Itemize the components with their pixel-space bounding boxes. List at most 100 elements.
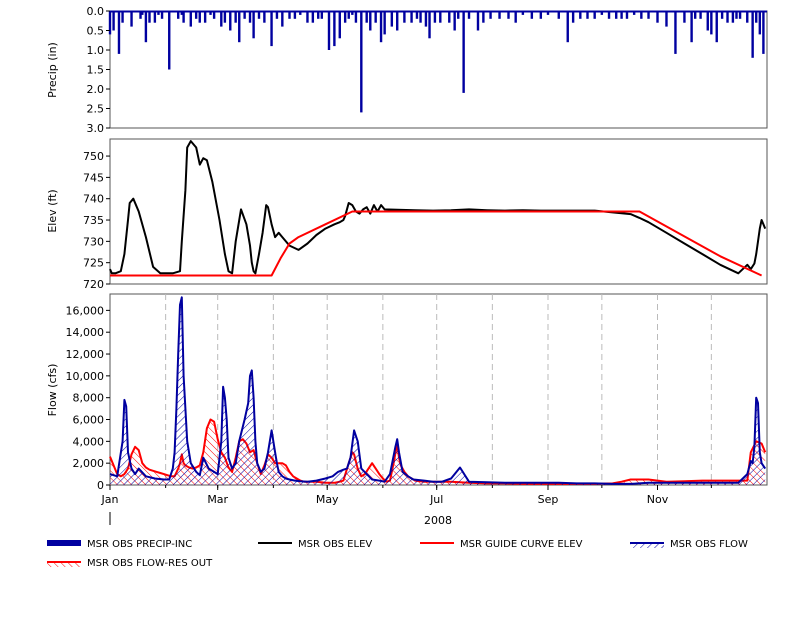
- precip-bar: [448, 11, 451, 23]
- precip-bar: [281, 11, 284, 27]
- precip-bar: [306, 11, 309, 23]
- precip-bar: [374, 11, 377, 23]
- flow-y-axis-label: Flow (cfs): [46, 364, 59, 417]
- legend-label: MSR OBS FLOW-RES OUT: [87, 558, 213, 569]
- precip-bar: [419, 11, 422, 23]
- legend-label: MSR OBS PRECIP-INC: [87, 539, 192, 550]
- flow-y-tick-label: 14,000: [66, 326, 105, 339]
- flow-x-tick-label: Jan: [101, 493, 119, 506]
- precip-y-tick-label: 3.0: [87, 122, 105, 135]
- precip-bar: [453, 11, 456, 31]
- precip-bar: [690, 11, 693, 43]
- precip-bar: [424, 11, 428, 27]
- precip-bar: [220, 11, 223, 27]
- legend: MSR OBS PRECIP-INC MSR OBS ELEV MSR GUIDE …: [47, 539, 748, 569]
- elev-y-tick-label: 740: [83, 193, 104, 206]
- precip-bar: [311, 11, 315, 23]
- precip-bar: [755, 11, 758, 23]
- elev-y-axis-label: Elev (ft): [46, 189, 59, 232]
- precip-bar: [726, 11, 729, 23]
- precip-y-tick-label: 0.5: [87, 25, 105, 38]
- flow-y-tick-label: 10,000: [66, 370, 105, 383]
- precip-bar: [343, 11, 347, 23]
- precip-bar: [566, 11, 569, 43]
- precip-bar: [706, 11, 709, 31]
- precip-plot-frame: [109, 10, 768, 129]
- precip-bar: [715, 11, 718, 43]
- precip-bar: [462, 11, 465, 93]
- flow-y-ticks: 0 2,000 4,000 6,000 8,000 10,000 12,000 14,000 1…: [66, 304, 110, 492]
- flow-x-tick-label: May: [316, 493, 339, 506]
- precip-bar: [482, 11, 485, 23]
- precip-bar: [333, 11, 336, 47]
- precip-bar: [758, 11, 762, 35]
- precip-bar: [148, 11, 151, 23]
- legend-item: MSR OBS FLOW-RES OUT: [47, 558, 213, 569]
- precip-bar: [252, 11, 255, 39]
- elev-y-tick-label: 745: [83, 171, 104, 184]
- precip-panel: 0.0 0.5 1.0 1.5 2.0 2.5 3.0 Precip (in): [46, 5, 768, 135]
- precip-bar: [369, 11, 372, 31]
- legend-label: MSR OBS ELEV: [298, 539, 372, 550]
- elev-panel: 720 725 730 735 740 745 750 Elev (ft): [46, 138, 768, 291]
- flow-y-tick-label: 8,000: [73, 392, 105, 405]
- precip-bar: [203, 11, 207, 23]
- precip-bar: [762, 11, 765, 54]
- elev-y-tick-label: 735: [83, 214, 104, 227]
- precip-y-tick-label: 1.0: [87, 44, 105, 57]
- elev-y-tick-label: 725: [83, 257, 104, 270]
- elev-y-ticks: 720 725 730 735 740 745 750: [83, 150, 110, 291]
- precip-bar: [270, 11, 273, 47]
- precip-bar: [234, 11, 237, 23]
- flow-x-tick-label: Mar: [207, 493, 228, 506]
- flow-y-tick-label: 4,000: [73, 435, 105, 448]
- precip-bar: [248, 11, 252, 23]
- precip-bar: [410, 11, 413, 23]
- precip-bar: [354, 11, 358, 23]
- precip-bar: [746, 11, 749, 23]
- precip-bar: [168, 11, 171, 70]
- legend-item: MSR OBS ELEV: [258, 539, 372, 550]
- precip-bar: [571, 11, 575, 23]
- legend-item: MSR GUIDE CURVE ELEV: [420, 539, 583, 550]
- flow-x-tick-label: Nov: [647, 493, 669, 506]
- legend-label: MSR GUIDE CURVE ELEV: [460, 539, 583, 550]
- precip-y-tick-label: 1.5: [87, 64, 105, 77]
- elev-y-tick-label: 750: [83, 150, 104, 163]
- flow-x-tick-label: Sep: [538, 493, 559, 506]
- precip-bar: [674, 11, 677, 54]
- precip-bar: [383, 11, 386, 35]
- precip-bar: [338, 11, 341, 39]
- precip-bar: [365, 11, 368, 23]
- precip-bar: [665, 11, 668, 27]
- precip-bar: [428, 11, 431, 39]
- precip-bar: [476, 11, 480, 31]
- flow-y-tick-label: 6,000: [73, 414, 105, 427]
- precip-y-tick-label: 2.0: [87, 83, 105, 96]
- precip-bar: [121, 11, 124, 23]
- precip-bar: [153, 11, 157, 23]
- flow-y-tick-label: 0: [97, 479, 104, 492]
- legend-item: MSR OBS PRECIP-INC: [47, 539, 192, 550]
- legend-label: MSR OBS FLOW: [670, 539, 748, 550]
- precip-bar: [439, 11, 442, 23]
- precip-bar: [189, 11, 192, 27]
- precip-bar: [223, 11, 227, 23]
- precip-bar: [656, 11, 659, 23]
- precip-bar: [403, 11, 406, 23]
- elev-y-tick-label: 730: [83, 235, 104, 248]
- precip-y-axis-label: Precip (in): [46, 42, 59, 98]
- precip-bar: [514, 11, 517, 23]
- precip-bar: [683, 11, 686, 23]
- precip-bar: [198, 11, 201, 23]
- flow-y-tick-label: 2,000: [73, 457, 105, 470]
- precip-bar: [130, 11, 133, 27]
- precip-bar: [710, 11, 713, 35]
- precip-bar: [731, 11, 735, 23]
- precip-y-ticks: 0.0 0.5 1.0 1.5 2.0 2.5 3.0: [87, 5, 110, 135]
- flow-y-tick-label: 12,000: [66, 348, 105, 361]
- legend-swatch: [47, 540, 81, 546]
- precip-y-tick-label: 2.5: [87, 103, 105, 116]
- precip-bar: [117, 11, 121, 54]
- legend-item: MSR OBS FLOW: [630, 539, 748, 550]
